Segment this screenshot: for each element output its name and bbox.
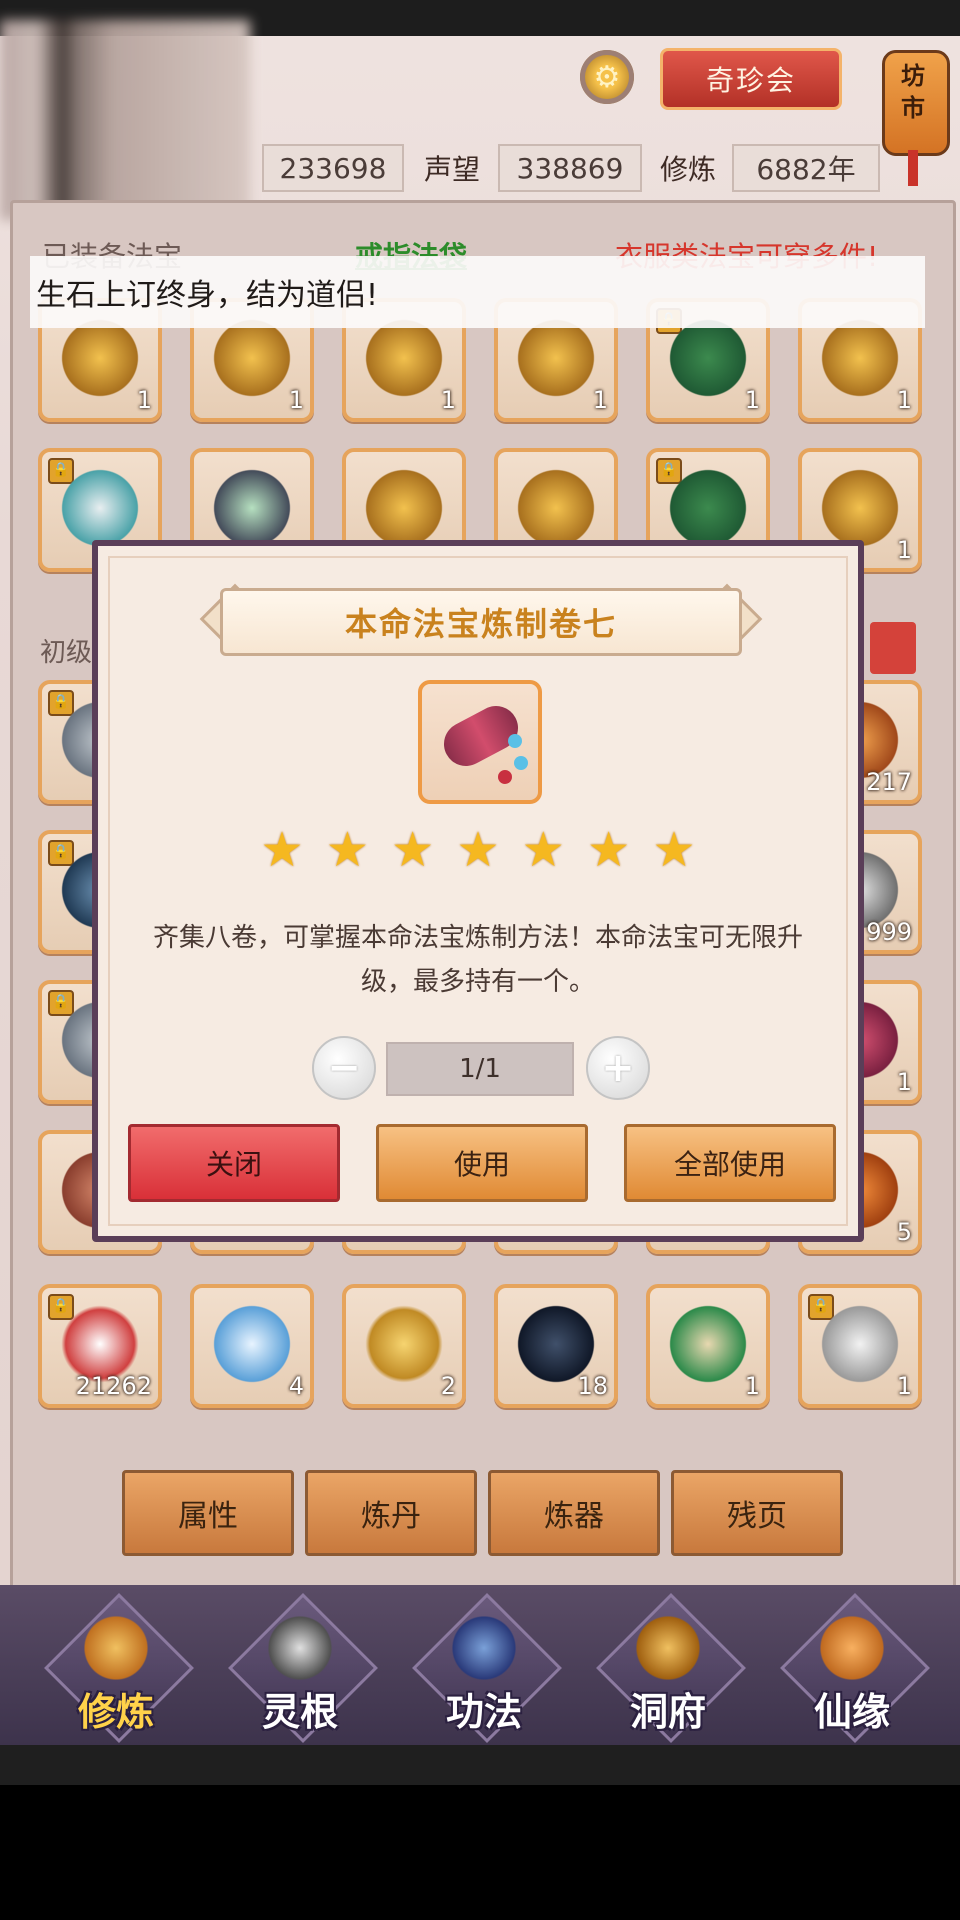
item-slot[interactable]: 4 <box>190 1284 314 1408</box>
market-label: 坊市 <box>901 62 925 122</box>
treasure-meeting-button[interactable]: 奇珍会 <box>660 48 842 110</box>
star-rating: ★ ★ ★ ★ ★ ★ ★ <box>258 826 698 878</box>
item-slot[interactable]: 18 <box>494 1284 618 1408</box>
item-description: 齐集八卷，可掌握本命法宝炼制方法！本命法宝可无限升级，最多持有一个。 <box>152 923 803 997</box>
market-lantern-button[interactable]: 坊市 <box>880 36 950 186</box>
stat-value-reputation: 338869 <box>498 144 642 192</box>
bottom-strip <box>0 1745 960 1785</box>
attributes-button[interactable]: 属性 <box>122 1470 294 1556</box>
item-slot[interactable]: 🔒 21262 <box>38 1284 162 1408</box>
star-icon: ★ <box>521 822 565 878</box>
star-icon: ★ <box>587 822 631 878</box>
alchemy-button[interactable]: 炼丹 <box>305 1470 477 1556</box>
nav-fate[interactable]: 仙缘 <box>780 1593 930 1743</box>
nav-spirit-root[interactable]: 灵根 <box>228 1593 378 1743</box>
section-label-basic: 初级 <box>40 638 93 668</box>
fragments-button[interactable]: 残页 <box>671 1470 843 1556</box>
dialog-title: 本命法宝炼制卷七 <box>220 588 742 656</box>
close-button[interactable]: 关闭 <box>128 1124 340 1202</box>
stat-value-cultivation: 6882年 <box>732 144 880 192</box>
avatar-blurred <box>0 20 250 220</box>
stat-label-cultivation: 修炼 <box>660 153 717 186</box>
increase-button[interactable]: + <box>586 1036 650 1100</box>
stat-label-reputation: 声望 <box>424 153 481 186</box>
scroll-icon <box>418 680 542 804</box>
bottom-letterbox <box>0 1785 960 1920</box>
sword-icon <box>268 1613 332 1683</box>
bottom-nav: 修炼 灵根 功法 洞府 仙缘 <box>0 1585 960 1745</box>
pavilion-icon <box>636 1613 700 1683</box>
star-icon: ★ <box>456 822 500 878</box>
nav-techniques[interactable]: 功法 <box>412 1593 562 1743</box>
item-slot[interactable]: 2 <box>342 1284 466 1408</box>
settings-gear-icon[interactable]: ⚙ <box>580 50 634 104</box>
item-slot[interactable]: 🔒1 <box>798 1284 922 1408</box>
use-all-button[interactable]: 全部使用 <box>624 1124 836 1202</box>
star-icon: ★ <box>260 822 304 878</box>
gourd-icon <box>820 1613 884 1683</box>
game-screen: ⚙ 奇珍会 坊市 233698 声望 338869 修炼 6882年 已装备法宝… <box>0 0 960 1785</box>
decrease-button[interactable]: − <box>312 1036 376 1100</box>
nav-cave[interactable]: 洞府 <box>596 1593 746 1743</box>
quantity-display: 1/1 <box>386 1042 574 1096</box>
item-slot[interactable]: 1 <box>646 1284 770 1408</box>
star-icon: ★ <box>391 822 435 878</box>
star-icon: ★ <box>652 822 696 878</box>
stat-value-spirit-stones: 233698 <box>262 144 404 192</box>
monk-icon <box>84 1613 148 1683</box>
book-icon <box>452 1613 516 1683</box>
scrolling-notice: 生石上订终身，结为道侣! <box>30 256 925 328</box>
star-icon: ★ <box>325 822 369 878</box>
forging-button[interactable]: 炼器 <box>488 1470 660 1556</box>
nav-cultivate[interactable]: 修炼 <box>44 1593 194 1743</box>
section-red-tag[interactable] <box>870 622 916 674</box>
use-button[interactable]: 使用 <box>376 1124 588 1202</box>
item-use-dialog: 本命法宝炼制卷七 ★ ★ ★ ★ ★ ★ ★ 齐集八卷，可掌握本命法宝炼制方法！… <box>92 540 864 1242</box>
